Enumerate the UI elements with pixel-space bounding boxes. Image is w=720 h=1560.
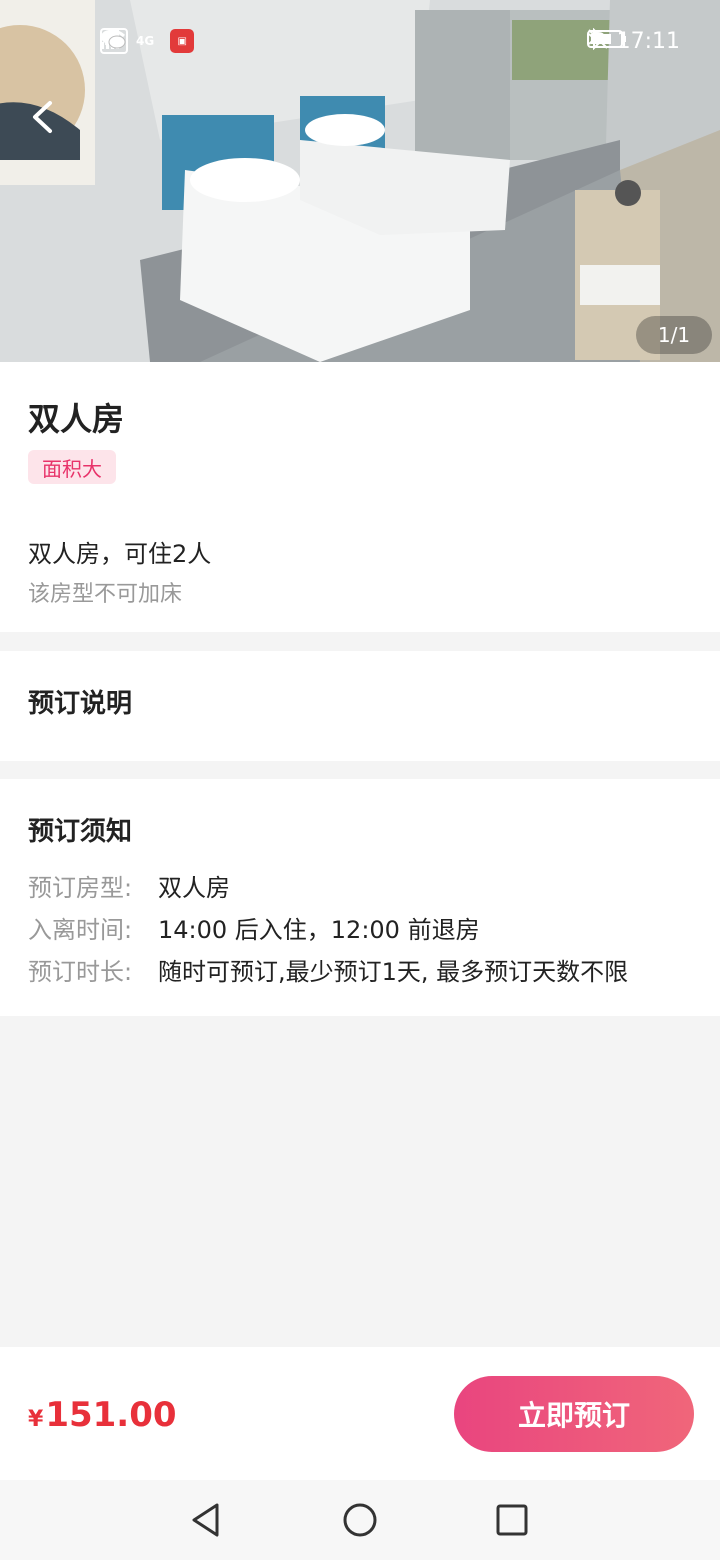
chevron-left-icon <box>33 101 52 133</box>
notice-key: 预订房型: <box>28 874 133 902</box>
square-recent-icon <box>496 1504 528 1536</box>
system-nav-bar <box>0 1480 720 1560</box>
notice-key: 预订时长: <box>28 958 133 986</box>
nav-back-button[interactable] <box>184 1498 228 1542</box>
huawei-store-icon: ▣ <box>170 29 195 53</box>
extra-bed-note: 该房型不可加床 <box>28 582 183 607</box>
notice-row-checkin-time: 入离时间: 14:00 后入住，12:00 前退房 <box>28 910 480 945</box>
cellular-signal-icon: 4G <box>101 28 154 54</box>
currency-symbol: ¥ <box>28 1407 44 1432</box>
notice-row-room-type: 预订房型: 双人房 <box>28 868 230 903</box>
circle-home-icon <box>343 1503 377 1537</box>
booking-notice-card: 预订须知 预订房型: 双人房 入离时间: 14:00 后入住，12:00 前退房… <box>0 779 720 1016</box>
room-description: 双人房，可住2人 <box>28 540 212 568</box>
room-info-card: 双人房 面积大 双人房，可住2人 该房型不可加床 <box>0 362 720 632</box>
room-tag: 面积大 <box>28 450 116 484</box>
nav-recent-button[interactable] <box>490 1498 534 1542</box>
price: ¥ 151.00 <box>28 1395 177 1435</box>
notice-value: 双人房 <box>158 874 230 902</box>
triangle-back-icon <box>192 1503 219 1537</box>
notice-row-duration: 预订时长: 随时可预订,最少预订1天, 最多预订天数不限 <box>28 952 628 987</box>
room-photo[interactable]: HD 4G ▣ 17:11 <box>0 0 720 362</box>
booking-explanation-card: 预订说明 <box>0 651 720 761</box>
notice-value: 随时可预订,最少预订1天, 最多预订天数不限 <box>158 958 629 986</box>
notice-value: 14:00 后入住，12:00 前退房 <box>158 916 480 944</box>
book-now-button[interactable]: 立即预订 <box>454 1376 694 1452</box>
booking-bar: ¥ 151.00 立即预订 <box>0 1347 720 1480</box>
room-title: 双人房 <box>28 400 125 438</box>
notice-key: 入离时间: <box>28 916 133 944</box>
status-bar: HD 4G ▣ 17:11 <box>0 22 720 62</box>
price-amount: 151.00 <box>45 1395 177 1435</box>
booking-notice-title: 预订须知 <box>28 817 133 847</box>
nav-home-button[interactable] <box>338 1498 382 1542</box>
booking-explanation-title: 预订说明 <box>28 689 133 719</box>
back-button[interactable] <box>30 100 70 140</box>
photo-counter: 1/1 <box>636 316 712 354</box>
